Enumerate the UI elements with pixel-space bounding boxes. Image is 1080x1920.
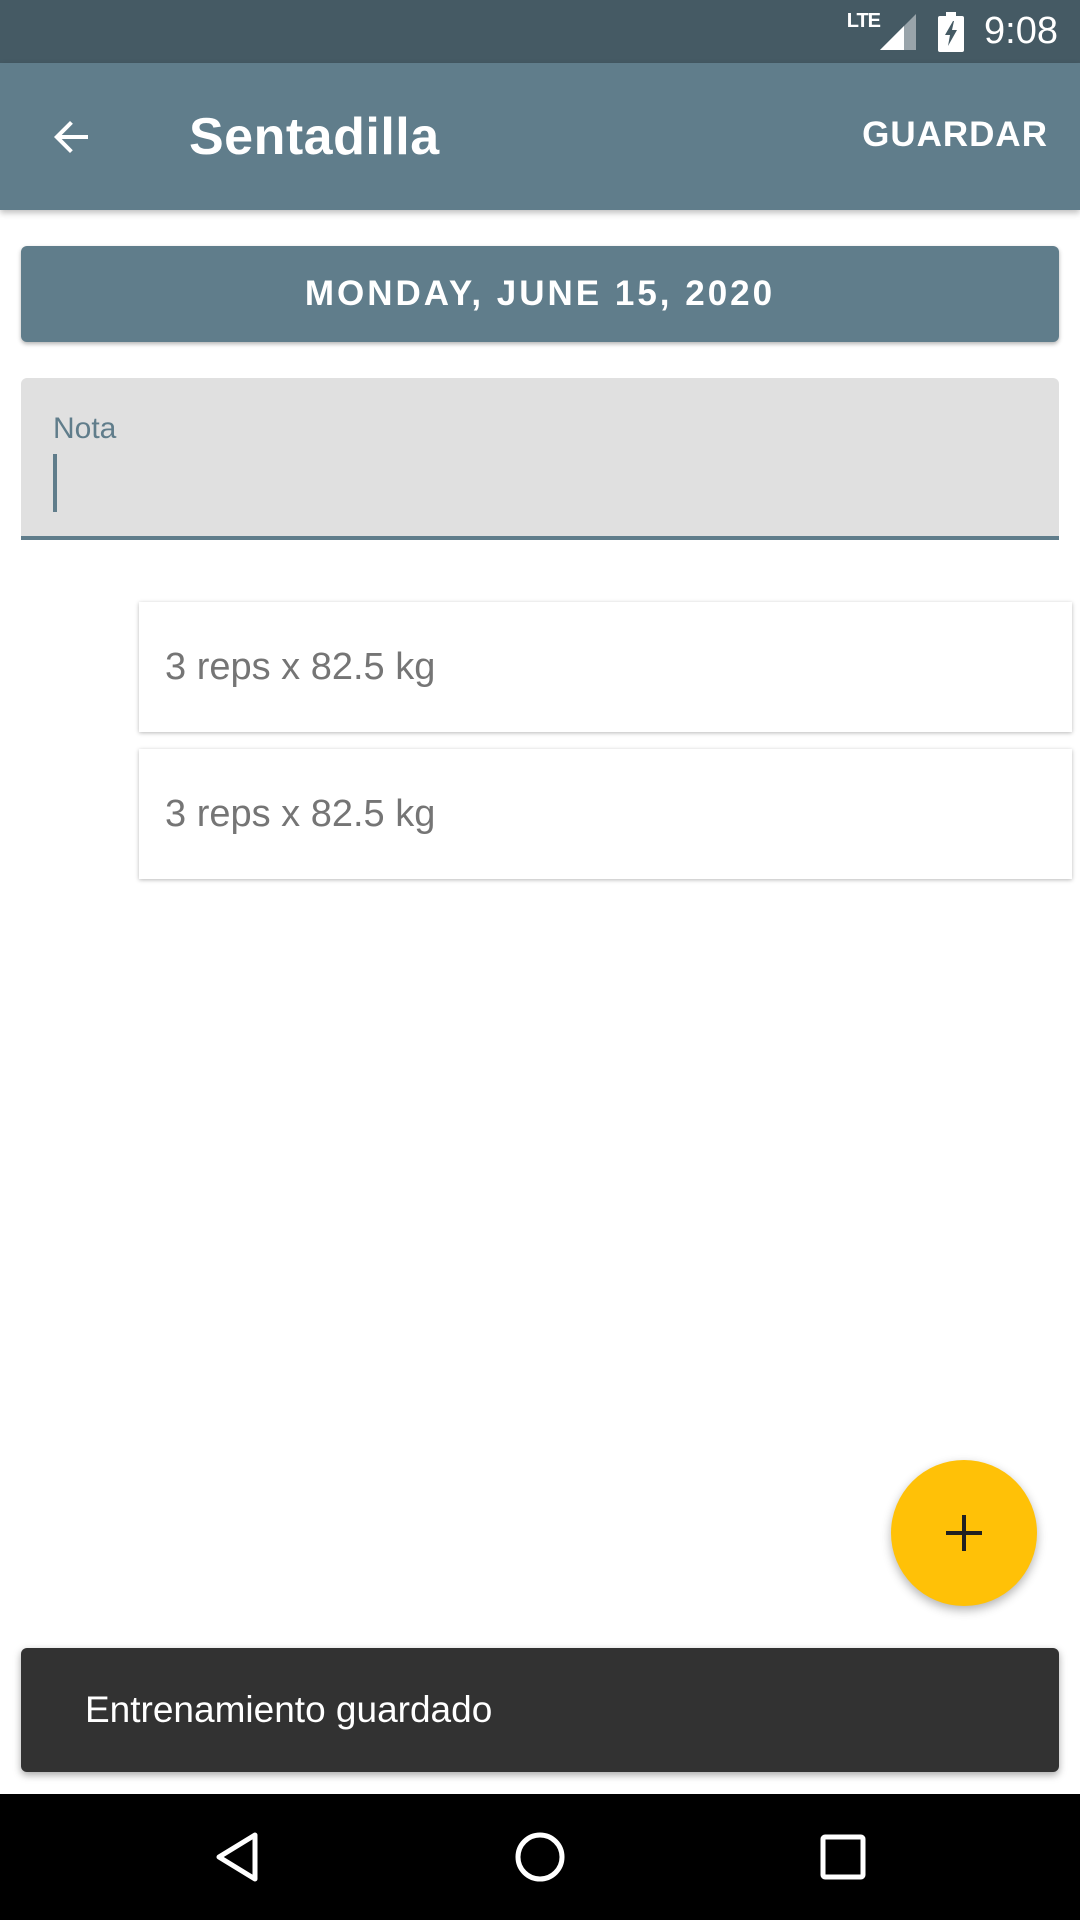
status-bar: LTE 9:08 — [0, 0, 1080, 63]
nav-back-button[interactable] — [204, 1824, 270, 1890]
triangle-back-icon — [216, 1832, 258, 1882]
note-field-label: Nota — [53, 412, 117, 445]
set-list-item[interactable]: 3 reps x 82.5 kg — [139, 602, 1072, 732]
clock: 9:08 — [984, 10, 1058, 52]
nav-recents-button[interactable] — [810, 1824, 876, 1890]
signal-icon — [880, 13, 917, 50]
note-field[interactable]: Nota — [21, 378, 1059, 540]
arrow-left-icon — [54, 121, 88, 153]
set-list-item[interactable]: 3 reps x 82.5 kg — [139, 749, 1072, 879]
battery-charging-icon — [938, 11, 965, 52]
app-bar: Sentadilla GUARDAR — [0, 63, 1080, 210]
system-navigation-bar — [0, 1794, 1080, 1920]
network-type-label: LTE — [846, 10, 881, 32]
text-cursor — [53, 454, 57, 512]
date-picker-button[interactable]: MONDAY, JUNE 15, 2020 — [21, 246, 1059, 342]
circle-home-icon — [515, 1832, 565, 1882]
save-button[interactable]: GUARDAR — [862, 115, 1048, 155]
page-title: Sentadilla — [189, 108, 440, 166]
nav-home-button[interactable] — [507, 1824, 573, 1890]
snackbar: Entrenamiento guardado — [21, 1648, 1059, 1772]
plus-icon — [946, 1515, 982, 1551]
square-recents-icon — [820, 1834, 866, 1880]
back-button[interactable] — [40, 105, 104, 169]
add-set-button[interactable] — [891, 1460, 1037, 1606]
snackbar-message: Entrenamiento guardado — [85, 1689, 493, 1730]
